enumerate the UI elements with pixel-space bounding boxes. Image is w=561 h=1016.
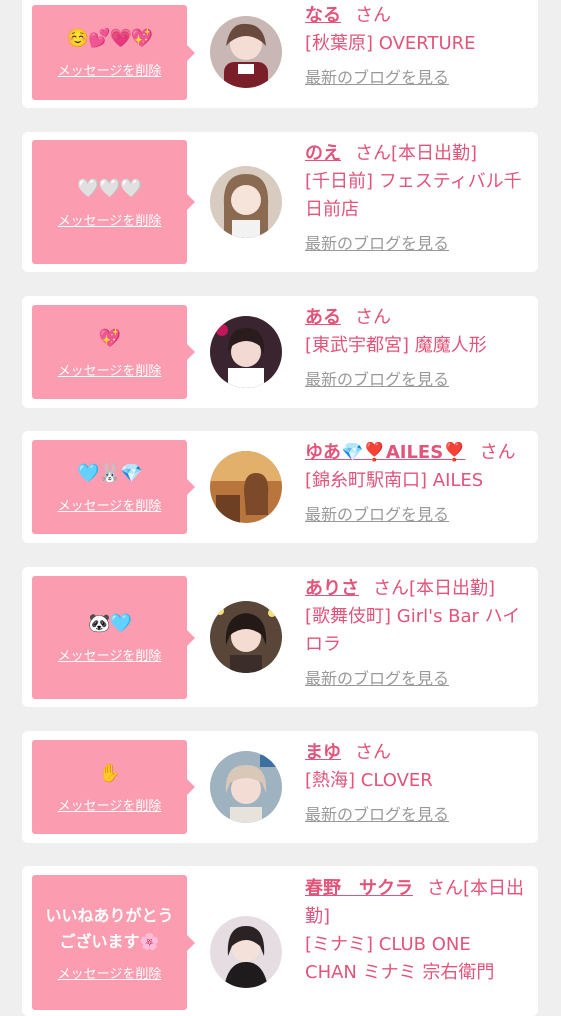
shop-name: [千日前] フェスティバル千日前店 (305, 171, 522, 220)
latest-blog-link[interactable]: 最新のブログを見る (305, 665, 449, 693)
latest-blog-link[interactable]: 最新のブログを見る (305, 501, 449, 529)
honorific: さん (427, 878, 463, 899)
message-text: 🩵🐰💎 (77, 462, 142, 484)
honorific: さん (355, 5, 391, 26)
message-text: ✋ (98, 762, 121, 784)
girl-info: なる さん [秋葉原] OVERTURE 最新のブログを見る (305, 2, 528, 92)
message-bubble: 🐼🩵 メッセージを削除 (32, 576, 195, 699)
delete-message-link[interactable]: メッセージを削除 (58, 210, 162, 229)
message-text: ☺️💕💗💖 (66, 28, 154, 49)
delete-message-link[interactable]: メッセージを削除 (58, 60, 162, 79)
honorific: さん (355, 143, 391, 164)
status-tag: [本日出勤] (391, 143, 478, 164)
message-card: いいねありがとうございます🌸 メッセージを削除 春野 サクラ さん[本日出勤] [… (22, 866, 538, 1016)
message-bubble: 🩵🐰💎 メッセージを削除 (32, 440, 195, 534)
message-list: ☺️💕💗💖 メッセージを削除 なる さん [秋葉原] OVERTURE 最新のブロ… (0, 0, 561, 1016)
honorific: さん (373, 578, 409, 599)
girl-name-link[interactable]: 春野 サクラ (305, 878, 413, 899)
status-tag: [本日出勤] (409, 578, 496, 599)
girl-name-link[interactable]: なる (305, 5, 341, 26)
latest-blog-link[interactable]: 最新のブログを見る (305, 801, 449, 829)
honorific: さん (355, 742, 391, 763)
shop-name: [錦糸町駅南口] AILES (305, 470, 484, 491)
shop-name: [熱海] CLOVER (305, 770, 433, 791)
message-card: ✋ メッセージを削除 まゆ さん [熱海] CLOVER 最新のブログを見る (22, 731, 538, 843)
message-bubble: 🤍🤍🤍 メッセージを削除 (32, 140, 195, 264)
latest-blog-link[interactable]: 最新のブログを見る (305, 230, 449, 258)
girl-info: まゆ さん [熱海] CLOVER 最新のブログを見る (305, 739, 528, 829)
delete-message-link[interactable]: メッセージを削除 (58, 645, 162, 664)
honorific: さん (479, 442, 516, 463)
avatar[interactable] (210, 751, 282, 823)
message-text: 🤍🤍🤍 (77, 177, 142, 199)
shop-name: [東武宇都宮] 魔魔人形 (305, 335, 487, 356)
delete-message-link[interactable]: メッセージを削除 (58, 795, 162, 814)
delete-message-link[interactable]: メッセージを削除 (58, 495, 162, 514)
avatar[interactable] (210, 16, 282, 88)
delete-message-link[interactable]: メッセージを削除 (58, 963, 162, 982)
latest-blog-link[interactable]: 最新のブログを見る (305, 64, 449, 92)
avatar[interactable] (210, 916, 282, 988)
avatar[interactable] (210, 601, 282, 673)
message-card: ☺️💕💗💖 メッセージを削除 なる さん [秋葉原] OVERTURE 最新のブロ… (22, 0, 538, 108)
delete-message-link[interactable]: メッセージを削除 (58, 360, 162, 379)
shop-name: [ミナミ] CLUB ONE CHAN ミナミ 宗右衛門 (305, 934, 495, 983)
message-card: 🐼🩵 メッセージを削除 ありさ さん[本日出勤] [歌舞伎町] Girl's Ba… (22, 567, 538, 707)
girl-info: ありさ さん[本日出勤] [歌舞伎町] Girl's Bar ハイロラ 最新のブロ… (305, 575, 528, 693)
girl-name-link[interactable]: ゆあ💎❣️AILES❣️ (305, 442, 466, 463)
girl-info: 春野 サクラ さん[本日出勤] [ミナミ] CLUB ONE CHAN ミナミ 宗… (305, 875, 528, 987)
message-bubble: ☺️💕💗💖 メッセージを削除 (32, 5, 195, 100)
girl-name-link[interactable]: ある (305, 307, 341, 328)
honorific: さん (355, 307, 391, 328)
message-text: 💖 (98, 327, 121, 349)
girl-info: のえ さん[本日出勤] [千日前] フェスティバル千日前店 最新のブログを見る (305, 140, 528, 258)
latest-blog-link[interactable]: 最新のブログを見る (305, 366, 449, 394)
message-card: 💖 メッセージを削除 ある さん [東武宇都宮] 魔魔人形 最新のブログを見る (22, 296, 538, 408)
girl-info: ゆあ💎❣️AILES❣️ さん [錦糸町駅南口] AILES 最新のブログを見る (305, 439, 528, 529)
girl-name-link[interactable]: のえ (305, 143, 341, 164)
avatar[interactable] (210, 451, 282, 523)
message-card: 🤍🤍🤍 メッセージを削除 のえ さん[本日出勤] [千日前] フェスティバル千日前… (22, 132, 538, 272)
message-bubble: ✋ メッセージを削除 (32, 740, 195, 834)
girl-name-link[interactable]: ありさ (305, 578, 359, 599)
message-text: いいねありがとうございます🌸 (45, 906, 174, 951)
avatar[interactable] (210, 166, 282, 238)
message-card: 🩵🐰💎 メッセージを削除 ゆあ💎❣️AILES❣️ さん [錦糸町駅南口] AIL… (22, 431, 538, 543)
shop-name: [歌舞伎町] Girl's Bar ハイロラ (305, 606, 521, 655)
message-bubble: いいねありがとうございます🌸 メッセージを削除 (32, 875, 195, 1010)
message-bubble: 💖 メッセージを削除 (32, 305, 195, 399)
girl-info: ある さん [東武宇都宮] 魔魔人形 最新のブログを見る (305, 304, 528, 394)
shop-name: [秋葉原] OVERTURE (305, 33, 476, 54)
avatar[interactable] (210, 316, 282, 388)
girl-name-link[interactable]: まゆ (305, 742, 341, 763)
message-text: 🐼🩵 (88, 613, 132, 634)
